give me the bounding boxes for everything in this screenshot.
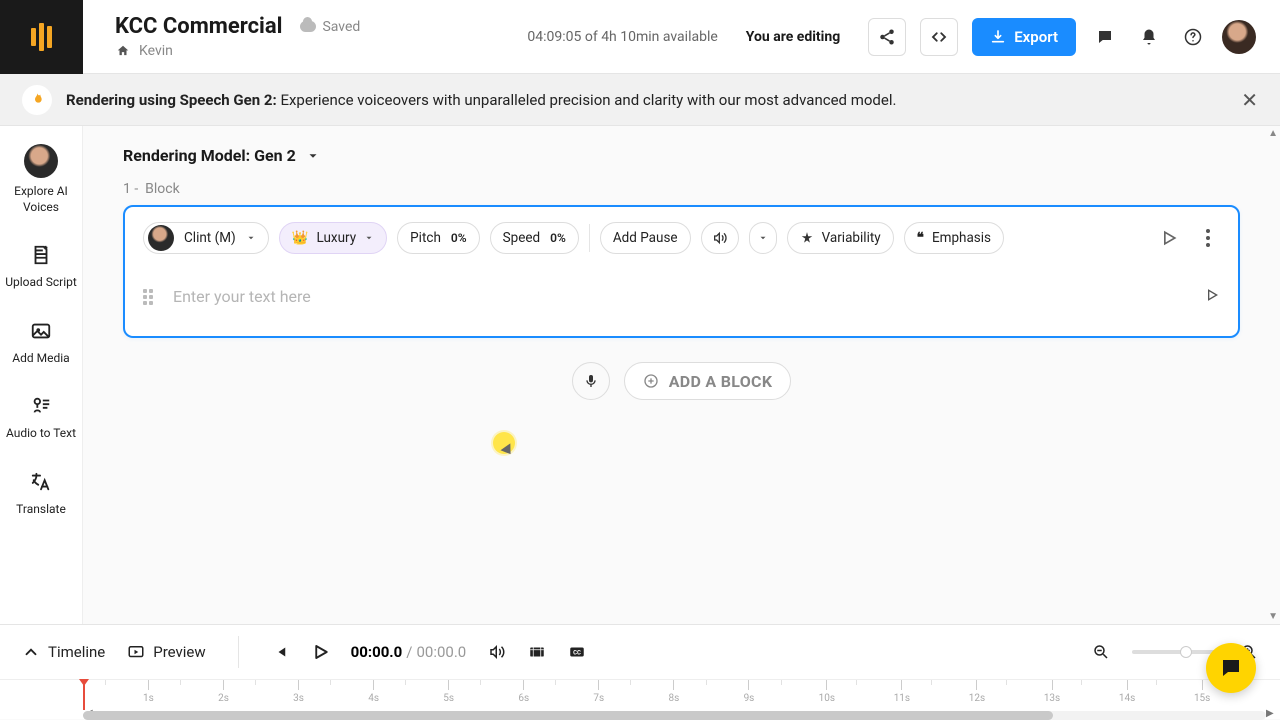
record-button[interactable]	[572, 362, 610, 400]
time-available: 04:09:05 of 4h 10min available	[527, 29, 717, 45]
scroll-right-icon[interactable]: ▶	[1266, 708, 1276, 719]
help-button[interactable]	[1178, 18, 1208, 56]
sidebar-item-label: Translate	[16, 502, 66, 518]
saved-indicator: Saved	[300, 19, 360, 35]
quote-icon: ❝	[917, 230, 924, 246]
emphasis-button[interactable]: ❝ Emphasis	[904, 222, 1004, 254]
svg-text:CC: CC	[573, 649, 581, 656]
notifications-button[interactable]	[1134, 18, 1164, 56]
block-toolbar: Clint (M) 👑 Luxury Pitch0% Speed0% Add P…	[143, 221, 1220, 255]
rendering-model-selector[interactable]: Rendering Model: Gen 2	[123, 146, 1240, 165]
separator	[589, 224, 590, 252]
export-label: Export	[1014, 28, 1058, 46]
captions-button[interactable]: CC	[568, 643, 586, 661]
play-line-button[interactable]	[1204, 287, 1220, 307]
play-block-button[interactable]	[1152, 221, 1186, 255]
speed-control[interactable]: Speed0%	[490, 222, 579, 254]
sidebar-item-label: Explore AI Voices	[5, 184, 77, 215]
block-menu-button[interactable]	[1196, 229, 1220, 247]
pronunciation-button[interactable]	[701, 222, 739, 254]
saved-label: Saved	[322, 19, 360, 35]
app-logo[interactable]	[0, 0, 83, 74]
crown-icon: 👑	[292, 230, 309, 246]
block-index-label: 1 - Block	[123, 181, 1240, 197]
voice-avatar-icon	[24, 144, 58, 178]
home-icon	[115, 44, 131, 58]
add-media-icon	[27, 317, 55, 345]
zoom-out-button[interactable]	[1092, 643, 1110, 661]
breadcrumb[interactable]: Kevin	[115, 43, 360, 59]
voice-avatar-icon	[148, 225, 174, 251]
main-canvas: Rendering Model: Gen 2 1 - Block Clint (…	[83, 126, 1280, 624]
style-selector[interactable]: 👑 Luxury	[279, 222, 387, 254]
block-text-input[interactable]	[173, 281, 1188, 312]
fire-icon	[22, 85, 52, 115]
cloud-icon	[300, 21, 316, 32]
pronunciation-dropdown[interactable]	[749, 222, 777, 254]
add-pause-button[interactable]: Add Pause	[600, 222, 691, 254]
timeline-toggle[interactable]: Timeline	[22, 643, 105, 661]
bottom-bar: Timeline Preview 00:00.0/00:00.0 CC	[0, 624, 1280, 719]
notice-text: Rendering using Speech Gen 2: Experience…	[66, 91, 896, 109]
voice-selector[interactable]: Clint (M)	[143, 222, 269, 254]
skip-start-button[interactable]	[271, 643, 289, 661]
sidebar-item-label: Add Media	[12, 351, 69, 367]
cursor-highlight	[493, 432, 515, 454]
app-header: KCC Commercial Saved Kevin 04:09:05 of 4…	[0, 0, 1280, 74]
share-button[interactable]	[868, 18, 906, 56]
sidebar-item-translate[interactable]: Translate	[5, 468, 77, 518]
sidebar-item-explore-voices[interactable]: Explore AI Voices	[5, 144, 77, 215]
project-title: KCC Commercial	[115, 14, 282, 39]
play-button[interactable]	[311, 643, 329, 661]
breadcrumb-owner: Kevin	[139, 43, 173, 59]
volume-button[interactable]	[488, 643, 506, 661]
zoom-slider[interactable]	[1132, 650, 1218, 654]
pitch-control[interactable]: Pitch0%	[397, 222, 479, 254]
editing-badge: You are editing	[746, 29, 840, 45]
timecode: 00:00.0/00:00.0	[351, 643, 467, 661]
sidebar-item-label: Upload Script	[5, 275, 77, 291]
left-sidebar: Explore AI Voices Upload Script Add Medi…	[0, 126, 83, 624]
embed-button[interactable]	[920, 18, 958, 56]
sidebar-item-upload-script[interactable]: Upload Script	[5, 241, 77, 291]
model-notice-bar: Rendering using Speech Gen 2: Experience…	[0, 74, 1280, 126]
variability-button[interactable]: Variability	[787, 222, 894, 254]
timeline-ruler[interactable]: 1s2s3s4s5s6s7s8s9s10s11s12s13s14s15s ◀ ▶	[0, 679, 1280, 720]
sidebar-item-label: Audio to Text	[6, 426, 76, 442]
sidebar-item-add-media[interactable]: Add Media	[5, 317, 77, 367]
drag-handle-icon[interactable]	[143, 289, 157, 305]
preview-toggle[interactable]: Preview	[127, 643, 205, 661]
upload-script-icon	[27, 241, 55, 269]
video-button[interactable]	[528, 643, 546, 661]
translate-icon	[27, 468, 55, 496]
sidebar-item-audio-to-text[interactable]: Audio to Text	[5, 392, 77, 442]
vertical-scrollbar[interactable]: ▲▼	[1268, 126, 1280, 624]
close-icon[interactable]: ✕	[1241, 88, 1258, 112]
add-block-button[interactable]: ADD A BLOCK	[624, 362, 792, 400]
speech-block: Clint (M) 👑 Luxury Pitch0% Speed0% Add P…	[123, 205, 1240, 338]
user-avatar[interactable]	[1222, 20, 1256, 54]
comments-button[interactable]	[1090, 18, 1120, 56]
chat-fab[interactable]	[1206, 643, 1256, 693]
export-button[interactable]: Export	[972, 18, 1076, 56]
audio-to-text-icon	[27, 392, 55, 420]
